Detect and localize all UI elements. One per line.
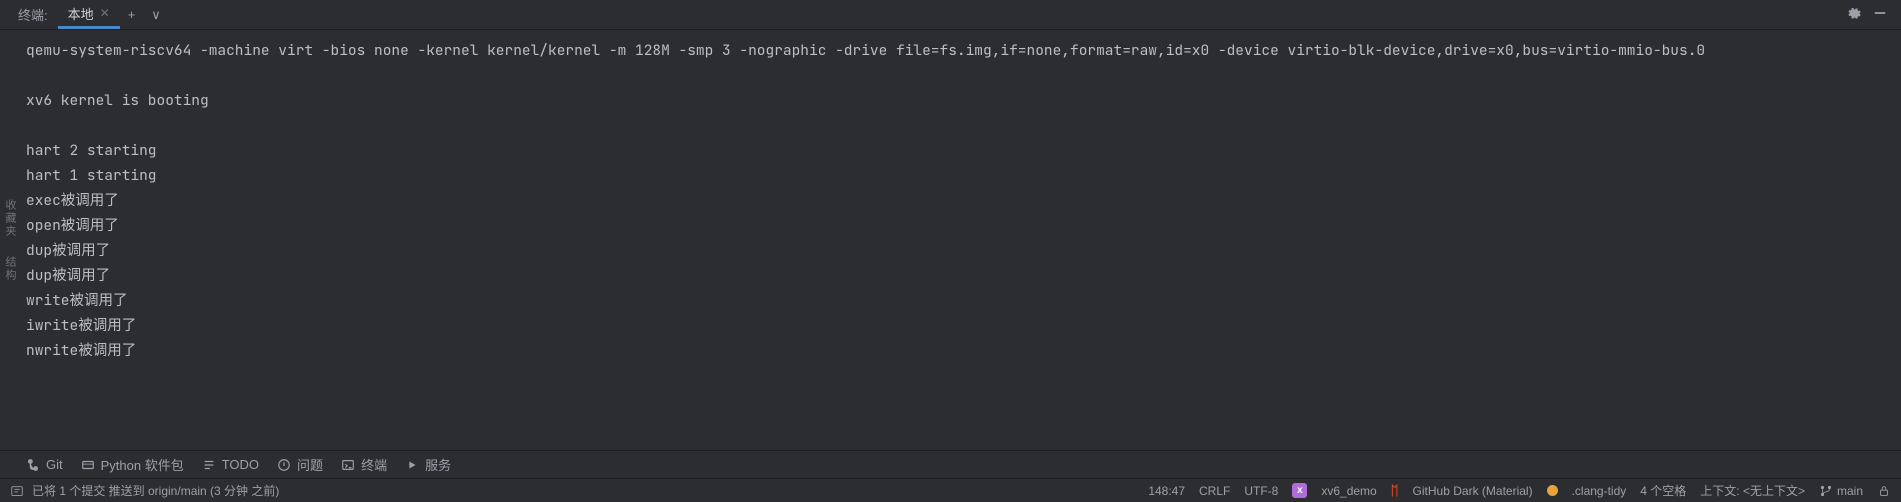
material-theme-icon: ᛖ xyxy=(1391,483,1399,498)
status-context[interactable]: 上下文: <无上下文> xyxy=(1700,482,1805,499)
status-project[interactable]: xv6_demo xyxy=(1321,484,1376,498)
toolbar-problems[interactable]: 问题 xyxy=(277,455,323,474)
status-bar: 已将 1 个提交 推送到 origin/main (3 分钟 之前) 148:4… xyxy=(0,478,1901,502)
toolbar-git-label: Git xyxy=(46,457,63,472)
tab-label: 本地 xyxy=(68,4,94,23)
toolbar-python[interactable]: Python 软件包 xyxy=(81,455,184,474)
status-theme[interactable]: GitHub Dark (Material) xyxy=(1413,484,1533,498)
status-clang-tidy[interactable]: .clang-tidy xyxy=(1572,484,1627,498)
toolbar-terminal-label: 终端 xyxy=(361,455,387,474)
status-encoding[interactable]: UTF-8 xyxy=(1244,484,1278,498)
tab-local[interactable]: 本地 ✕ xyxy=(58,0,120,29)
warning-dot-icon xyxy=(1547,485,1558,496)
close-icon[interactable]: ✕ xyxy=(100,6,110,20)
gutter-structure[interactable]: 结构 xyxy=(2,256,18,282)
status-line-sep[interactable]: CRLF xyxy=(1199,484,1230,498)
terminal-output[interactable]: qemu-system-riscv64 -machine virt -bios … xyxy=(20,30,1901,450)
terminal-body: 收藏夹 结构 qemu-system-riscv64 -machine virt… xyxy=(0,30,1901,450)
bottom-toolbar: Git Python 软件包 TODO 问题 终端 服务 xyxy=(0,450,1901,478)
status-caret-pos[interactable]: 148:47 xyxy=(1148,484,1185,498)
branch-icon xyxy=(1819,484,1833,498)
toolbar-todo[interactable]: TODO xyxy=(202,457,259,472)
vcs-log-icon xyxy=(10,484,24,498)
status-branch-label: main xyxy=(1837,484,1863,498)
status-commit-msg[interactable]: 已将 1 个提交 推送到 origin/main (3 分钟 之前) xyxy=(32,482,279,499)
toolbar-services[interactable]: 服务 xyxy=(405,455,451,474)
status-indent[interactable]: 4 个空格 xyxy=(1640,482,1686,499)
toolbar-python-label: Python 软件包 xyxy=(101,455,184,474)
toolbar-git[interactable]: Git xyxy=(26,457,63,472)
minimize-icon[interactable] xyxy=(1867,6,1893,23)
toolbar-terminal[interactable]: 终端 xyxy=(341,455,387,474)
gear-icon[interactable] xyxy=(1841,6,1867,23)
status-branch[interactable]: main xyxy=(1819,484,1863,498)
toolbar-todo-label: TODO xyxy=(222,457,259,472)
terminal-tabbar: 终端: 本地 ✕ + ∨ xyxy=(0,0,1901,30)
gutter-favorites[interactable]: 收藏夹 xyxy=(2,199,18,238)
left-gutter: 收藏夹 结构 xyxy=(0,30,20,450)
tabbar-title: 终端: xyxy=(8,5,58,24)
add-tab-button[interactable]: + xyxy=(120,7,144,22)
toolbar-services-label: 服务 xyxy=(425,455,451,474)
tab-dropdown-icon[interactable]: ∨ xyxy=(143,7,169,23)
toolbar-problems-label: 问题 xyxy=(297,455,323,474)
project-badge-icon: x xyxy=(1292,483,1307,498)
lock-icon[interactable] xyxy=(1877,484,1891,498)
